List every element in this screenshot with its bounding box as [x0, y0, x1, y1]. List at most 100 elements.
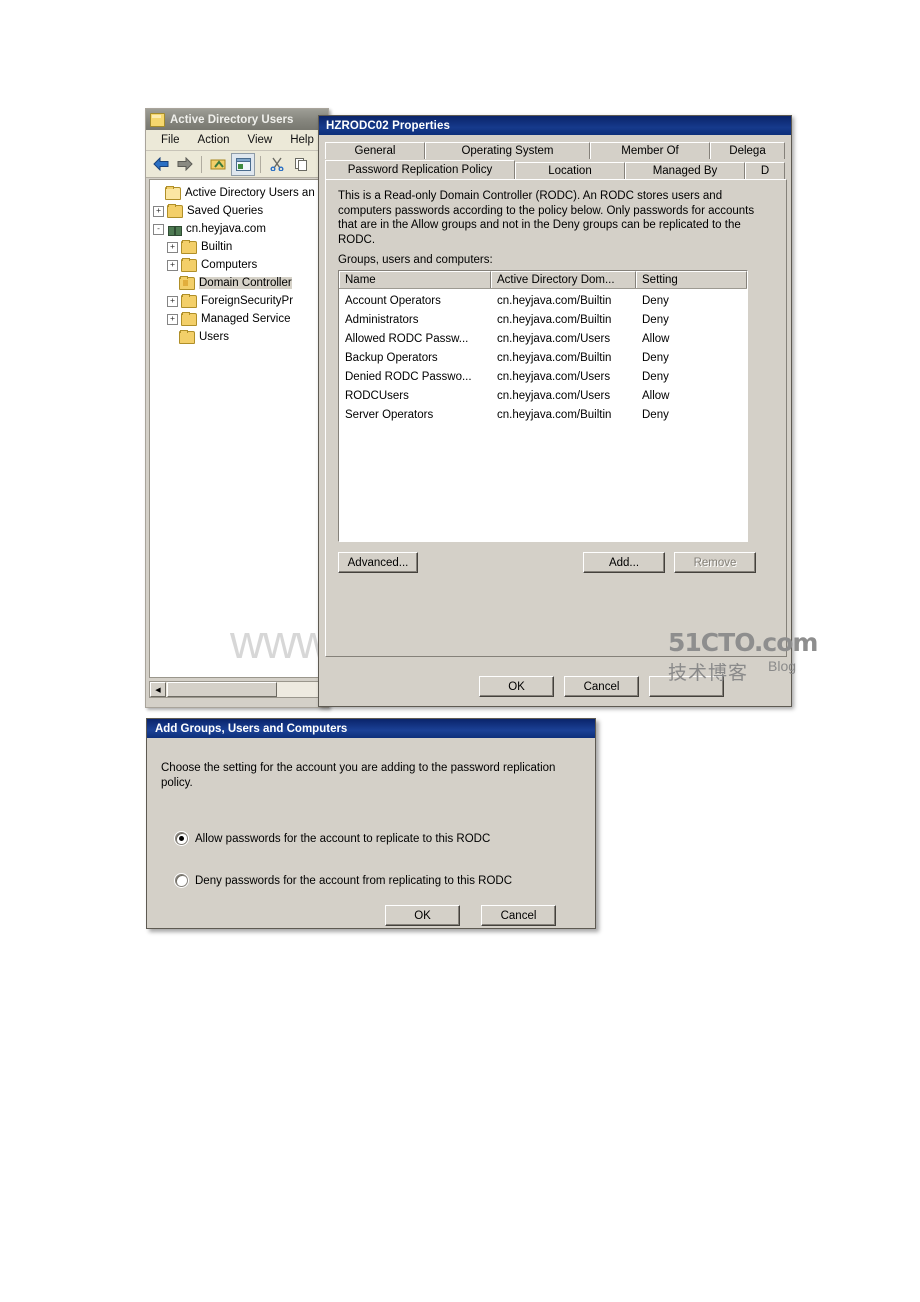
- mmc-menu-bar: File Action View Help: [146, 130, 328, 151]
- collapse-minus-icon[interactable]: -: [153, 223, 164, 235]
- scroll-left-arrow-icon[interactable]: ◀: [150, 682, 166, 697]
- tree-item-builtin[interactable]: + Builtin: [153, 238, 324, 256]
- radio-option-deny-label: Deny passwords for the account from repl…: [195, 874, 513, 887]
- tree-item-managed-service-accounts[interactable]: + Managed Service: [153, 310, 324, 328]
- tree-item-label: Domain Controller: [199, 277, 292, 289]
- expand-plus-icon[interactable]: +: [153, 205, 164, 217]
- tab-location[interactable]: Location: [515, 162, 625, 179]
- tree-item-computers[interactable]: + Computers: [153, 256, 324, 274]
- cut-scissors-icon[interactable]: [266, 154, 288, 175]
- add-button[interactable]: Add...: [583, 552, 665, 573]
- tab-strip: General Operating System Member Of Deleg…: [319, 135, 791, 179]
- column-header-setting[interactable]: Setting: [636, 271, 747, 288]
- radio-option-deny[interactable]: Deny passwords for the account from repl…: [175, 874, 512, 887]
- column-header-active-directory-domain[interactable]: Active Directory Dom...: [491, 271, 636, 288]
- table-row[interactable]: Server Operators cn.heyjava.com/Builtin …: [339, 405, 747, 424]
- tree-horizontal-scrollbar[interactable]: ◀: [149, 681, 325, 698]
- mmc-window-title: Active Directory Users: [170, 113, 294, 126]
- advanced-button[interactable]: Advanced...: [338, 552, 418, 573]
- toolbar-separator: [201, 155, 202, 173]
- expand-plus-icon[interactable]: +: [167, 241, 178, 253]
- rodc-description-text: This is a Read-only Domain Controller (R…: [338, 190, 755, 246]
- properties-icon[interactable]: [231, 152, 255, 176]
- ok-button[interactable]: OK: [479, 676, 554, 697]
- folder-icon: [181, 293, 197, 308]
- table-row[interactable]: Backup Operators cn.heyjava.com/Builtin …: [339, 348, 747, 367]
- domain-icon: [167, 223, 182, 236]
- tab-general[interactable]: General: [325, 142, 425, 159]
- list-body: Account Operators cn.heyjava.com/Builtin…: [339, 289, 747, 424]
- add-dialog-title: Add Groups, Users and Computers: [155, 722, 348, 735]
- add-dialog-ok-button[interactable]: OK: [385, 905, 460, 926]
- folder-icon: [179, 329, 195, 344]
- menu-action[interactable]: Action: [189, 133, 239, 147]
- tree-item-saved-queries[interactable]: + Saved Queries: [153, 202, 324, 220]
- tree-item-domain[interactable]: - cn.heyjava.com: [153, 220, 324, 238]
- properties-dialog-title: HZRODC02 Properties: [326, 119, 450, 132]
- cell-name: Server Operators: [345, 408, 434, 421]
- cell-domain: cn.heyjava.com/Builtin: [497, 408, 612, 421]
- table-row[interactable]: Account Operators cn.heyjava.com/Builtin…: [339, 291, 747, 310]
- tab-delegation[interactable]: Delega: [710, 142, 785, 159]
- tab-row-1: General Operating System Member Of Deleg…: [325, 140, 787, 159]
- radio-option-allow[interactable]: Allow passwords for the account to repli…: [175, 832, 490, 845]
- tab-member-of[interactable]: Member Of: [590, 142, 710, 159]
- tree-item-root[interactable]: Active Directory Users an: [153, 184, 324, 202]
- tree-item-domain-controllers[interactable]: Domain Controller: [153, 274, 324, 292]
- tree-item-label: Managed Service: [201, 313, 291, 325]
- forward-arrow-icon[interactable]: [174, 154, 196, 175]
- menu-view[interactable]: View: [239, 133, 282, 147]
- radio-option-allow-label: Allow passwords for the account to repli…: [195, 832, 491, 845]
- tab-operating-system[interactable]: Operating System: [425, 142, 590, 159]
- cancel-button[interactable]: Cancel: [564, 676, 639, 697]
- dialog-footer: OK Cancel: [319, 666, 791, 706]
- hzrodc02-properties-dialog: HZRODC02 Properties General Operating Sy…: [318, 115, 792, 707]
- tree-item-label: Computers: [201, 259, 258, 271]
- table-row[interactable]: RODCUsers cn.heyjava.com/Users Allow: [339, 386, 747, 405]
- cell-setting: Allow: [642, 332, 670, 345]
- apply-button[interactable]: [649, 676, 724, 697]
- toolbar-separator-2: [260, 155, 261, 173]
- tab-panel-password-replication-policy: This is a Read-only Domain Controller (R…: [325, 179, 787, 657]
- table-row[interactable]: Administrators cn.heyjava.com/Builtin De…: [339, 310, 747, 329]
- scrollbar-thumb[interactable]: [167, 682, 277, 697]
- table-row[interactable]: Allowed RODC Passw... cn.heyjava.com/Use…: [339, 329, 747, 348]
- console-root-icon: [165, 185, 181, 200]
- table-row[interactable]: Denied RODC Passwo... cn.heyjava.com/Use…: [339, 367, 747, 386]
- tab-dial-in[interactable]: D: [745, 162, 785, 179]
- tree-item-label: Saved Queries: [187, 205, 264, 217]
- expand-plus-icon[interactable]: +: [167, 259, 178, 271]
- expand-plus-icon[interactable]: +: [167, 295, 178, 307]
- cell-name: RODCUsers: [345, 389, 409, 402]
- cell-name: Backup Operators: [345, 351, 438, 364]
- radio-button-unselected-icon[interactable]: [175, 874, 188, 887]
- cell-domain: cn.heyjava.com/Users: [497, 389, 611, 402]
- tree-item-label: cn.heyjava.com: [186, 223, 266, 235]
- expand-plus-icon[interactable]: +: [167, 313, 178, 325]
- add-dialog-instruction: Choose the setting for the account you a…: [161, 762, 556, 789]
- console-folder-icon: [150, 112, 165, 127]
- cell-name: Administrators: [345, 313, 419, 326]
- copy-icon[interactable]: [290, 154, 312, 175]
- tab-password-replication-policy[interactable]: Password Replication Policy: [325, 160, 515, 179]
- tree-node-list: Active Directory Users an + Saved Querie…: [150, 180, 324, 346]
- tab-managed-by[interactable]: Managed By: [625, 162, 745, 179]
- password-replication-policy-list[interactable]: Name Active Directory Dom... Setting Acc…: [338, 270, 748, 542]
- up-folder-icon[interactable]: [207, 154, 229, 175]
- ou-folder-icon: [179, 275, 195, 290]
- radio-button-selected-icon[interactable]: [175, 832, 188, 845]
- back-arrow-icon[interactable]: [150, 154, 172, 175]
- menu-help[interactable]: Help: [281, 133, 323, 147]
- cell-name: Denied RODC Passwo...: [345, 370, 472, 383]
- add-dialog-cancel-button[interactable]: Cancel: [481, 905, 556, 926]
- column-header-name[interactable]: Name: [339, 271, 491, 288]
- cell-domain: cn.heyjava.com/Users: [497, 332, 611, 345]
- menu-file[interactable]: File: [152, 133, 189, 147]
- cell-name: Account Operators: [345, 294, 441, 307]
- cell-setting: Allow: [642, 389, 670, 402]
- tree-item-users[interactable]: Users: [153, 328, 324, 346]
- tree-item-foreign-security-principals[interactable]: + ForeignSecurityPr: [153, 292, 324, 310]
- console-tree[interactable]: Active Directory Users an + Saved Querie…: [149, 179, 325, 678]
- cell-domain: cn.heyjava.com/Builtin: [497, 294, 612, 307]
- remove-button: Remove: [674, 552, 756, 573]
